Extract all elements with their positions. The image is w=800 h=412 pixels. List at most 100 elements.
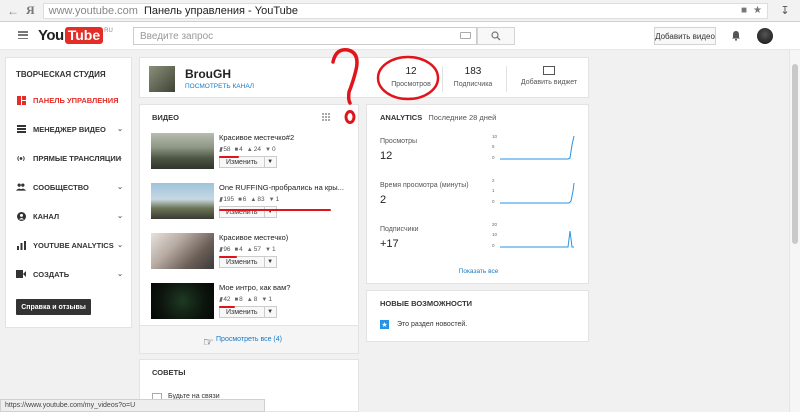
bookmark-star-icon[interactable]: ★ [753,5,762,16]
views-stat[interactable]: 12 Просмотров [376,66,446,88]
tick-label: 0 [492,199,495,204]
lock-icon: ■ [740,5,748,16]
red-underline-annotation [219,156,239,158]
sidebar-item-label: ПРЯМЫЕ ТРАНСЛЯЦИИ [33,153,122,163]
sidebar-item-analytics[interactable]: YOUTUBE ANALYTICS ⌄ [6,236,131,254]
keyboard-icon[interactable] [460,32,471,39]
metric-value: 2 [380,194,387,206]
red-underline-annotation [219,256,237,258]
video-likes: 57 [253,246,261,253]
sidebar-item-label: ПАНЕЛЬ УПРАВЛЕНИЯ [33,95,119,105]
view-channel-link[interactable]: ПОСМОТРЕТЬ КАНАЛ [185,83,254,90]
sidebar-item-label: СОЗДАТЬ [33,269,70,279]
views-icon: ▮ [219,297,223,303]
tick-label: 10 [492,134,498,139]
sidebar-item-community[interactable]: СООБЩЕСТВО ⌄ [6,178,131,196]
dislike-icon: ▼ [268,196,275,203]
search-input[interactable]: Введите запрос [133,27,477,45]
show-all-analytics-link[interactable]: Показать все [367,268,590,275]
sidebar-item-video-manager[interactable]: МЕНЕДЖЕР ВИДЕО ⌄ [6,120,131,138]
page-scrollbar[interactable] [789,50,800,412]
metric-subscribers[interactable]: Подписчики +17 [380,226,419,250]
upload-video-button[interactable]: Добавить видео [654,27,716,45]
chevron-down-icon: ⌄ [117,184,123,191]
analytics-period: Последние 28 дней [428,113,497,122]
dashboard-icon [16,95,26,105]
video-views: 195 [223,196,235,203]
dropdown-arrow-icon[interactable]: ▼ [263,257,276,267]
sidebar-item-dashboard[interactable]: ПАНЕЛЬ УПРАВЛЕНИЯ [6,91,131,109]
channel-name: BrouGH [185,67,231,81]
video-title[interactable]: Красивое местечко#2 [219,133,359,142]
video-comments: 4 [239,246,243,253]
like-icon: ▲ [246,296,253,303]
edit-label: Изменить [226,158,258,166]
video-likes: 24 [253,146,261,153]
video-views: 58 [223,146,231,153]
video-likes: 83 [257,196,265,203]
tick-label: 1 [492,188,495,193]
download-icon[interactable]: ↧ [776,4,794,18]
channel-avatar[interactable] [149,66,175,92]
video-stats: ▮ 195 ■ 6 ▲ 83 ▼ 1 [219,196,279,203]
yandex-logo[interactable]: Я [26,3,35,18]
view-all-videos-link[interactable]: Просмотреть все (4) [140,325,358,353]
search-placeholder: Введите запрос [140,30,214,42]
add-widget-button[interactable]: Добавить виджет [514,66,584,86]
star-icon: ★ [380,320,389,329]
comments-icon: ■ [234,246,239,253]
views-count: 12 [405,66,417,77]
metric-label: Подписчики [380,226,419,233]
video-thumbnail[interactable] [151,183,214,219]
video-thumbnail[interactable] [151,283,214,319]
search-button[interactable] [477,27,515,45]
metric-value: 12 [380,150,393,162]
back-icon[interactable]: ← [6,4,20,18]
youtube-logo[interactable]: You Tube RU [38,27,113,44]
metric-label: Просмотры [380,138,417,145]
subscribers-label: Подписчика [453,81,493,88]
edit-video-button[interactable]: Изменить ▼ [219,206,277,218]
dropdown-arrow-icon[interactable]: ▼ [263,307,276,317]
help-feedback-button[interactable]: Справка и отзывы [16,299,91,315]
chevron-down-icon: ⌄ [117,126,123,133]
sidebar-item-live[interactable]: ПРЯМЫЕ ТРАНСЛЯЦИИ ⌄ [6,149,131,167]
subscribers-stat[interactable]: 183 Подписчика [438,66,508,88]
video-comments: 8 [239,296,243,303]
video-title[interactable]: One RUFFING-пробрались на кры... [219,183,359,192]
scrollbar-thumb[interactable] [792,64,798,244]
address-bar[interactable]: www.youtube.com Панель управления - YouT… [42,2,768,19]
video-views: 96 [223,246,231,253]
videos-title: ВИДЕО [152,113,179,122]
video-stats: ▮ 42 ■ 8 ▲ 8 ▼ 1 [219,296,272,303]
video-row: Мое интро, как вам? ▮ 42 ■ 8 ▲ 8 ▼ 1 Изменит… [151,283,361,321]
hamburger-menu-icon[interactable] [18,31,28,39]
video-title[interactable]: Мое интро, как вам? [219,283,359,292]
metric-views[interactable]: Просмотры 12 [380,138,417,162]
sidebar-item-create[interactable]: СОЗДАТЬ ⌄ [6,265,131,283]
video-title[interactable]: Красивое местечко) [219,233,359,242]
bell-icon[interactable] [731,30,741,41]
dropdown-arrow-icon[interactable]: ▼ [263,157,276,167]
analytics-card: ANALYTICS Последние 28 дней Просмотры 12… [366,104,589,284]
account-avatar[interactable] [757,28,773,44]
chevron-down-icon: ⌄ [117,271,123,278]
browser-status-bar: https://www.youtube.com/my_videos?o=U [0,399,265,412]
video-thumbnail[interactable] [151,233,214,269]
sidebar-item-channel[interactable]: КАНАЛ ⌄ [6,207,131,225]
comments-icon: ■ [234,146,239,153]
channel-summary-card: BrouGH ПОСМОТРЕТЬ КАНАЛ 12 Просмотров 18… [139,57,589,98]
metric-label: Время просмотра (минуты) [380,182,469,189]
chevron-down-icon: ⌄ [117,213,123,220]
video-thumbnail[interactable] [151,133,214,169]
tick-label: 0 [492,155,495,160]
watch-time-sparkline: 2 1 0 [492,178,575,204]
like-icon: ▲ [250,196,257,203]
drag-handle-icon[interactable] [322,113,330,121]
metric-watch-time[interactable]: Время просмотра (минуты) 2 [380,182,469,206]
video-row: Красивое местечко#2 ▮ 58 ■ 4 ▲ 24 ▼ 0 Измени… [151,133,361,171]
analytics-icon [16,240,26,250]
views-icon: ▮ [219,147,223,153]
sidebar-item-label: YOUTUBE ANALYTICS [33,240,114,250]
dislike-icon: ▼ [264,246,271,253]
